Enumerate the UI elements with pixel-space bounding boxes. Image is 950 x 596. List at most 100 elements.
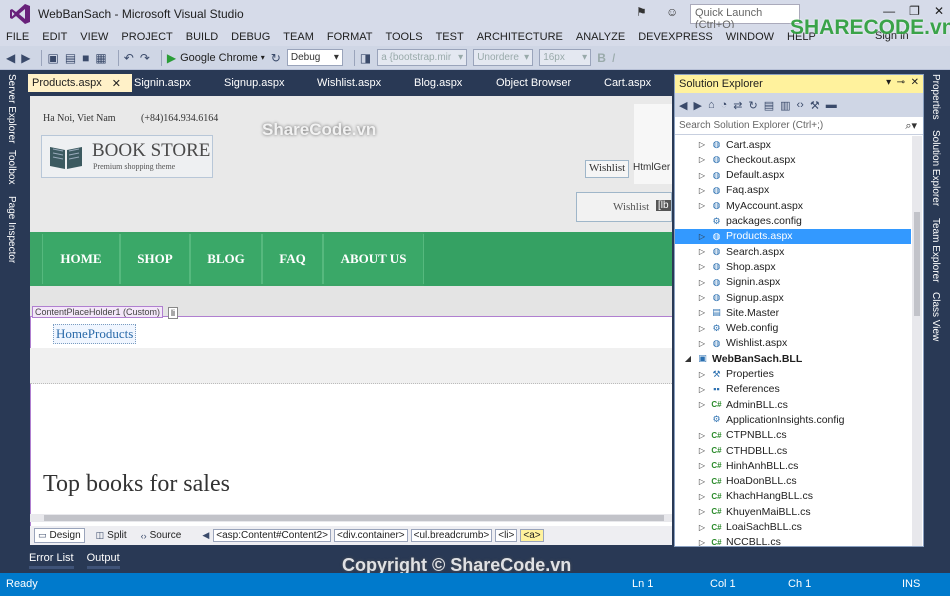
expand-arrow-icon[interactable]: ▷ [697,492,707,501]
close-tab-icon[interactable]: ✕ [112,77,121,90]
expand-arrow-icon[interactable]: ▷ [697,446,707,455]
forward-icon[interactable]: ▶ [21,51,30,65]
tab-cart-aspx[interactable]: Cart.aspx [604,74,651,92]
design-surface[interactable]: Ha Noi, Viet Nam (+84)164.934.6164 BOOK … [30,96,672,526]
tab-wishlist-aspx[interactable]: Wishlist.aspx [317,74,381,92]
italic-button[interactable]: I [612,51,615,65]
wishlist-link[interactable]: Wishlist [585,160,630,178]
pin-icon[interactable]: ⊸ [897,77,905,88]
expand-arrow-icon[interactable]: ▷ [697,278,707,287]
tab-blog-aspx[interactable]: Blog.aspx [414,74,462,92]
menu-analyze[interactable]: ANALYZE [576,31,625,43]
tree-item[interactable]: ▷ ◍ Default.aspx [675,168,911,183]
tree-item[interactable]: ▷ ◍ Products.aspx [675,228,911,244]
solution-explorer-tab[interactable]: Solution Explorer [930,130,941,206]
tree-item[interactable]: ▷ C# LoaiSachBLL.cs [675,520,911,535]
tree-item[interactable]: ◢ ▣ WebBanSach.BLL [675,351,911,366]
expand-arrow-icon[interactable]: ▷ [697,324,707,333]
nav-about-us[interactable]: ABOUT US [323,234,424,284]
menu-team[interactable]: TEAM [283,31,314,43]
nav-shop[interactable]: SHOP [120,234,190,284]
block-format-select[interactable]: Unordere ▾ [473,49,534,66]
menu-architecture[interactable]: ARCHITECTURE [477,31,563,43]
expand-arrow-icon[interactable]: ▷ [697,477,707,486]
tree-item[interactable]: ▷ ⚒ Properties [675,367,911,382]
tree-item[interactable]: ▷ ◍ Faq.aspx [675,183,911,198]
tree-item[interactable]: ▷ ◍ Signin.aspx [675,275,911,290]
expand-arrow-icon[interactable]: ▷ [697,370,707,379]
expand-arrow-icon[interactable]: ▷ [697,538,707,546]
li-element-glyph[interactable]: li [168,307,178,319]
design-view-button[interactable]: ▭ Design [34,528,85,543]
preview-icon[interactable]: ▬ [826,99,837,111]
target-rule-select[interactable]: a {bootstrap.mir ▾ [377,49,468,66]
tree-item[interactable]: ▷ C# KhachHangBLL.cs [675,489,911,504]
expand-arrow-icon[interactable]: ▷ [697,339,707,348]
view-code-icon[interactable]: ‹› [797,99,804,111]
menu-test[interactable]: TEST [436,31,464,43]
expand-arrow-icon[interactable]: ▷ [697,171,707,180]
tree-item[interactable]: ▷ ◍ Signup.aspx [675,290,911,305]
css-style-icon[interactable]: ◨ [360,51,371,65]
wrench-icon[interactable]: ⚒ [810,99,820,112]
open-folder-icon[interactable]: ▤ [65,51,76,65]
scrollbar-thumb[interactable] [914,212,920,316]
expand-arrow-icon[interactable]: ▷ [697,385,707,394]
menu-devexpress[interactable]: DEVEXPRESS [638,31,713,43]
solution-search-input[interactable]: Search Solution Explorer (Ctrl+;) ⌕▾ [675,117,923,135]
expand-arrow-icon[interactable]: ▷ [697,308,707,317]
quick-launch-input[interactable]: Quick Launch (Ctrl+Q) [690,4,800,31]
breadcrumb[interactable]: HomeProducts [53,324,137,344]
tag-path-a[interactable]: <a> [520,529,544,542]
tab-products-aspx[interactable]: Products.aspx ✕ [28,74,132,92]
output-tab[interactable]: Output [86,549,120,569]
solution-explorer-scrollbar[interactable] [912,136,922,546]
save-icon[interactable]: ■ [82,51,89,65]
tag-path-content[interactable]: <asp:Content#Content2> [213,529,331,542]
tree-item[interactable]: ▷ ◍ Search.aspx [675,244,911,259]
tab-object-browser[interactable]: Object Browser [496,74,571,92]
tab-signin-aspx[interactable]: Signin.aspx [134,74,191,92]
source-view-button[interactable]: ‹› Source [138,529,185,542]
expand-arrow-icon[interactable]: ▷ [697,293,707,302]
menu-view[interactable]: VIEW [80,31,108,43]
show-all-files-icon[interactable]: ▥ [780,99,790,112]
tree-item[interactable]: ▷ C# AdminBLL.cs [675,397,911,412]
tree-item[interactable]: ▷ ◍ Wishlist.aspx [675,336,911,351]
start-debugging-button[interactable]: ▶ Google Chrome ▾ [167,51,265,65]
tree-item[interactable]: ▷ ▪▪ References [675,382,911,397]
new-project-icon[interactable]: ▣ [47,51,58,65]
forward-icon[interactable]: ▶ [693,99,701,112]
redo-icon[interactable]: ↷ [140,51,150,65]
tag-path-scroll-left-icon[interactable]: ◀ [202,530,209,541]
tree-item[interactable]: ▷ ◍ Checkout.aspx [675,152,911,167]
tree-item[interactable]: ▷ C# CTPNBLL.cs [675,428,911,443]
collapse-all-icon[interactable]: ▤ [764,99,774,112]
expand-arrow-icon[interactable]: ▷ [697,201,707,210]
tree-item[interactable]: ▷ ⚙ Web.config [675,321,911,336]
tree-item[interactable]: ▷ C# CTHDBLL.cs [675,443,911,458]
notification-flag-icon[interactable]: ⚑ [636,5,647,19]
tree-item[interactable]: ▷ C# KhuyenMaiBLL.cs [675,504,911,519]
search-icon[interactable]: ⌕▾ [905,119,917,133]
feedback-icon[interactable]: ☺ [666,5,678,19]
tree-item[interactable]: ▷ C# HoaDonBLL.cs [675,474,911,489]
undo-icon[interactable]: ↶ [124,51,134,65]
back-icon[interactable]: ◀ [679,99,687,112]
solution-configuration-select[interactable]: Debug ▾ [286,49,343,66]
properties-tab[interactable]: Properties [930,74,941,120]
expand-arrow-icon[interactable]: ▷ [697,523,707,532]
menu-window[interactable]: WINDOW [726,31,774,43]
home-icon[interactable]: ⌂ [708,99,715,111]
expand-arrow-icon[interactable]: ▷ [697,140,707,149]
tree-item[interactable]: ▷ ▤ Site.Master [675,305,911,320]
menu-format[interactable]: FORMAT [327,31,373,43]
expand-arrow-icon[interactable]: ▷ [697,247,707,256]
expand-arrow-icon[interactable]: ▷ [697,186,707,195]
sync-icon[interactable]: ⇄ [733,99,742,112]
tree-item[interactable]: ▷ C# NCCBLL.cs [675,535,911,546]
chevron-down-icon[interactable]: ▾ [886,77,891,88]
expand-arrow-icon[interactable]: ◢ [683,354,693,363]
designer-horizontal-scrollbar[interactable] [30,514,672,522]
team-explorer-tab[interactable]: Team Explorer [930,218,941,282]
